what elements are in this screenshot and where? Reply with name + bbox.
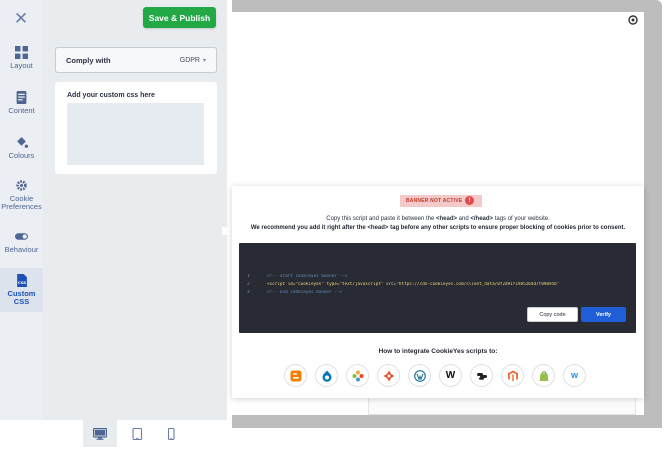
save-publish-button[interactable]: Save & Publish <box>143 7 216 28</box>
wordpress-icon <box>413 369 426 382</box>
layout-grid-icon <box>15 46 28 59</box>
line-number: 3 <box>247 290 250 295</box>
alert-icon: ! <box>465 196 474 205</box>
code-text: <!-- End cookieyes banner --> <box>267 290 343 295</box>
nav-item-colours[interactable]: Colours <box>0 136 43 166</box>
platform-blogger[interactable] <box>284 364 307 387</box>
platform-wix[interactable]: W <box>439 364 462 387</box>
platform-magento[interactable] <box>501 364 524 387</box>
platform-wordpress[interactable] <box>408 364 431 387</box>
svg-text:CSS: CSS <box>18 280 27 285</box>
css-file-icon: CSS <box>17 274 27 287</box>
squarespace-icon <box>476 372 487 380</box>
close-icon[interactable]: ✕ <box>10 8 32 30</box>
desktop-icon <box>93 427 107 440</box>
paint-bucket-icon <box>17 137 28 148</box>
document-icon <box>16 91 27 104</box>
drupal-icon <box>322 370 331 382</box>
platform-drupal[interactable] <box>315 364 338 387</box>
instruction-text: We recommend you add it right after the <box>250 225 368 231</box>
nav-item-layout[interactable]: Layout <box>0 46 43 76</box>
code-text: <script id="cookieyes" type="text/javasc… <box>267 282 560 287</box>
panel-resize-handle[interactable] <box>222 227 228 235</box>
platform-list: W w <box>284 364 594 388</box>
platform-squarespace[interactable] <box>470 364 493 387</box>
nav-item-behaviour[interactable]: Behaviour <box>0 230 43 260</box>
nav-label: Colours <box>8 151 35 160</box>
nav-label: Behaviour <box>4 245 39 254</box>
mobile-icon <box>167 427 175 440</box>
code-text: <!-- Start cookieyes banner --> <box>267 274 348 279</box>
line-number: 1 <box>247 274 250 279</box>
toggle-icon <box>15 233 28 240</box>
comply-with-label: Comply with <box>66 55 111 65</box>
device-mobile-button[interactable] <box>154 420 188 447</box>
nav-item-cookie-preferences[interactable]: Cookie Preferences <box>0 179 43 213</box>
custom-css-title: Add your custom css here <box>67 92 155 99</box>
code-line: 1 <!-- Start cookieyes banner --> <box>239 274 636 282</box>
instruction-line-1: Copy this script and paste it between th… <box>232 216 644 222</box>
custom-css-card: Add your custom css here <box>55 82 217 174</box>
code-line: 3 <!-- End cookieyes banner --> <box>239 290 636 298</box>
verify-button[interactable]: Verify <box>581 307 626 322</box>
tablet-icon <box>132 427 143 440</box>
custom-css-input[interactable] <box>67 103 204 165</box>
gear-icon <box>16 180 27 191</box>
device-desktop-button[interactable] <box>83 420 117 447</box>
comply-with-field: Comply with GDPR ▾ <box>55 47 217 73</box>
nav-item-content[interactable]: Content <box>0 91 43 121</box>
comply-with-value: GDPR <box>179 56 200 64</box>
device-tablet-button[interactable] <box>120 420 154 447</box>
nav-label: Content <box>8 106 35 115</box>
nav-label: Cookie Preferences <box>1 194 42 211</box>
instruction-line-2: We recommend you add it right after the … <box>232 225 644 231</box>
platform-joomla[interactable] <box>346 364 369 387</box>
wix-icon: W <box>445 369 456 381</box>
nav-item-custom-css[interactable]: CSS Custom CSS <box>0 268 43 312</box>
settings-icon[interactable] <box>627 14 639 26</box>
magento-icon <box>507 370 518 381</box>
end-head-tag-text: </head> <box>470 216 494 222</box>
platform-html5[interactable] <box>377 364 400 387</box>
nav-label: Custom CSS <box>7 289 36 306</box>
head-tag-text: <head> <box>367 225 389 231</box>
integrate-title: How to integrate CookieYes scripts to: <box>378 348 498 355</box>
joomla-icon <box>352 370 363 381</box>
instruction-text: tag before any other scripts to ensure p… <box>388 225 626 231</box>
instruction-text: and <box>457 216 471 222</box>
chevron-down-icon: ▾ <box>202 57 206 64</box>
nav-label: Layout <box>10 61 33 70</box>
comply-with-select[interactable]: GDPR ▾ <box>180 57 206 64</box>
code-line: 2 <script id="cookieyes" type="text/java… <box>239 282 636 290</box>
platform-weebly[interactable]: w <box>563 364 586 387</box>
shopify-icon <box>539 370 548 381</box>
instruction-text: Copy this script and paste it between th… <box>326 216 436 222</box>
line-number: 2 <box>247 282 250 287</box>
instruction-text: tags of your website. <box>493 216 550 222</box>
install-script-dialog: BANNER NOT ACTIVE ! Copy this script and… <box>232 186 644 398</box>
platform-shopify[interactable] <box>532 364 555 387</box>
copy-code-button[interactable]: Copy code <box>527 307 578 322</box>
blogger-icon <box>290 370 301 381</box>
html5-icon <box>383 370 394 381</box>
head-tag-text: <head> <box>435 216 457 222</box>
weebly-icon: w <box>570 370 578 380</box>
editor-nav-rail: ✕ Layout Content Colours Cookie Preferen… <box>0 0 43 450</box>
